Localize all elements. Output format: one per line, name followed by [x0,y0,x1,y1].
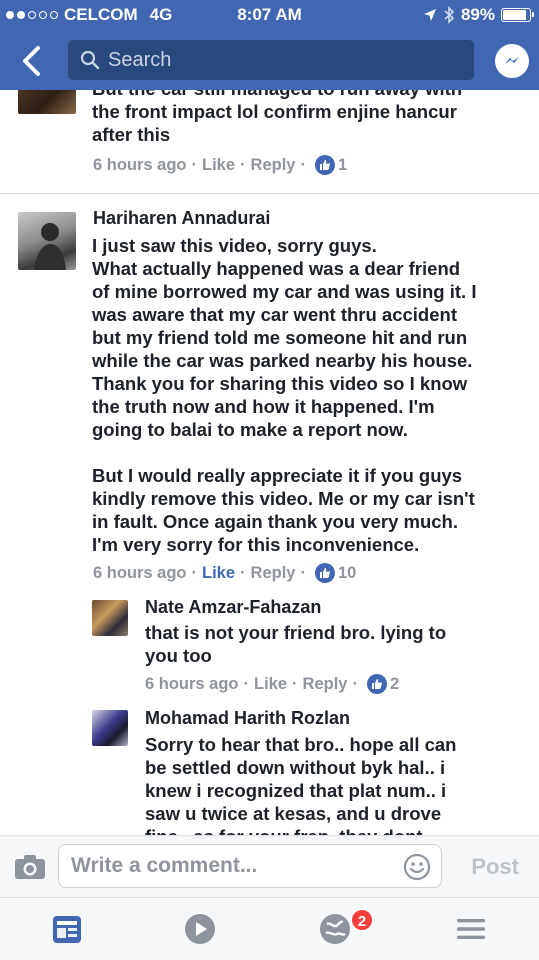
chevron-left-icon [23,46,40,76]
reply-line: that is not your friend bro. lying to [145,622,447,643]
reply-button[interactable]: Reply [251,564,296,583]
reply-meta: 6 hours ago · Like · Reply · 2 [145,674,400,694]
comment-time[interactable]: 6 hours ago [93,156,187,175]
messenger-button[interactable] [495,44,529,78]
camera-icon [15,855,45,879]
video-icon [185,914,215,944]
comment-line: but my friend told me someone hit and ru… [92,327,468,348]
comment-placeholder: Write a comment... [71,854,258,877]
avatar[interactable] [92,600,128,636]
smiley-icon [403,853,431,881]
thumbs-up-icon [366,674,387,694]
bluetooth-icon [444,6,455,24]
comment-line: going to balai to make a report now. [92,419,408,440]
like-button[interactable]: Like [202,156,235,175]
comment-line: was aware that my car went thru accident [92,304,457,325]
search-placeholder: Search [108,48,172,71]
like-count[interactable]: 10 [338,564,356,583]
menu-icon [457,919,485,939]
camera-button[interactable] [14,854,46,880]
tab-menu[interactable] [454,912,488,946]
reply-line: Sorry to hear that bro.. hope all can [145,734,457,755]
news-feed-icon [53,916,81,943]
avatar[interactable] [92,710,128,746]
tab-notifications[interactable] [318,912,352,946]
reply-line: be settled down without byk hal.. i [145,757,446,778]
reply-author[interactable]: Mohamad Harith Rozlan [145,708,350,729]
comment-meta: 6 hours ago · Like · Reply · 10 [93,563,357,583]
thumbs-up-icon [314,155,335,175]
battery-percent: 89% [460,5,495,24]
reply-time[interactable]: 6 hours ago [145,675,239,694]
reply-text: Sorry to hear that bro.. hope all can be… [145,733,525,835]
battery-icon [501,8,534,22]
reply-button[interactable]: Reply [303,675,348,694]
comment-line: the front impact lol confirm enjine hanc… [92,101,457,122]
status-bar: CELCOM 4G 8:07 AM 89% [0,0,539,30]
comment-line: the truth now and how it happened. I'm [92,396,435,417]
comment-line: I'm very sorry for this inconvenience. [92,534,420,555]
reply-line: you too [145,645,212,666]
search-icon [80,50,100,70]
notification-badge: 2 [350,908,374,932]
top-header: CELCOM 4G 8:07 AM 89% Search [0,0,539,90]
comment-line: But the car still managed to run away wi… [92,90,532,100]
comments-list: But the car still managed to run away wi… [0,90,539,835]
divider [0,193,539,194]
comment-text: I just saw this video, sorry guys. What … [92,234,532,556]
notifications-globe-icon [320,914,350,944]
avatar[interactable] [18,90,76,114]
comment-line: kindly remove this video. Me or my car i… [92,488,475,509]
comment-meta: 6 hours ago · Like · Reply · 1 [93,155,348,175]
comment-input[interactable]: Write a comment... [58,844,442,888]
comment-composer: Write a comment... Post [0,835,539,897]
like-button[interactable]: Like [254,675,287,694]
messenger-icon [505,57,519,64]
tab-video[interactable] [183,912,217,946]
comment-text: But the car still managed to run away wi… [92,90,532,146]
comment-line: What actually happened was a dear friend [92,258,461,279]
reply-button[interactable]: Reply [251,156,296,175]
thumbs-up-icon [314,563,335,583]
comment-line [92,441,532,464]
back-button[interactable] [14,42,50,80]
comment-author[interactable]: Hariharen Annadurai [93,208,270,229]
comment-line: But I would really appreciate it if you … [92,465,463,486]
comment-line: after this [92,124,171,145]
comment-time[interactable]: 6 hours ago [93,564,187,583]
comment-line: while the car was parked nearby his hous… [92,350,473,371]
comment-line: in fault. Once again thank you very much… [92,511,458,532]
comment-line: Thank you for sharing this video so I kn… [92,373,468,394]
reply-line: knew i recognized that plat num.. i [145,780,447,801]
avatar[interactable] [18,212,76,270]
reply-line: saw u twice at kesas, and u drove [145,803,442,824]
comment-line: of mine borrowed my car and was using it… [92,281,477,302]
post-button[interactable]: Post [471,854,519,880]
reply-author[interactable]: Nate Amzar-Fahazan [145,597,321,618]
location-arrow-icon [423,9,436,21]
like-button[interactable]: Like [202,564,235,583]
like-count[interactable]: 2 [390,675,399,694]
like-count[interactable]: 1 [338,156,347,175]
emoji-button[interactable] [403,853,431,881]
search-input[interactable]: Search [68,40,474,80]
bottom-tab-bar: 2 [0,897,539,960]
comment-line: I just saw this video, sorry guys. [92,235,377,256]
reply-text: that is not your friend bro. lying to yo… [145,621,525,667]
tab-news-feed[interactable] [50,912,84,946]
reply-line: fine.. as for your fren, they dont [145,825,525,835]
